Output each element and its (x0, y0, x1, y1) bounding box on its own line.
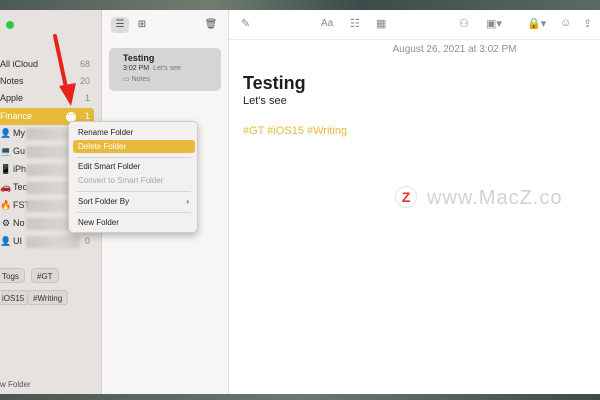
sidebar-item-count: 1 (84, 111, 90, 121)
laptop-icon: 💻 (0, 146, 12, 156)
sidebar-item-label: My (13, 128, 25, 138)
compose-icon[interactable]: ✎ (241, 17, 250, 30)
menu-item-convert-to-smart-folder: Convert to Smart Folder (78, 176, 164, 185)
note-folder: ▭ Notes (123, 75, 150, 83)
sidebar-item-label: All iCloud (0, 59, 39, 69)
sidebar-item-notes[interactable]: Notes 20 (0, 73, 101, 90)
editor-toolbar: ✎ Aa ☷ ▦ ⚇ ▣▾ 🔒▾ ☺ ⇪ (229, 10, 600, 40)
note-preview: Let's see (153, 65, 181, 72)
person-icon: 👤 (0, 128, 12, 138)
add-people-icon[interactable]: ☺ (560, 17, 571, 29)
phone-icon: 📱 (0, 164, 12, 174)
note-date: August 26, 2021 at 3:02 PM (392, 44, 517, 55)
note-list-item[interactable]: Testing 3:02 PM Let's see ▭ Notes (109, 48, 221, 91)
desktop-background-top (0, 0, 600, 10)
menu-item-label: Sort Folder By (78, 197, 130, 206)
watermark: Z www.MacZ.co (395, 186, 600, 214)
menu-item-new-folder[interactable]: New Folder (73, 216, 195, 229)
watermark-logo: Z (395, 186, 417, 208)
sidebar-item-label: iPh (13, 164, 27, 174)
sidebar-item-label: Tec (13, 182, 28, 192)
checklist-icon[interactable]: ☷ (350, 17, 360, 30)
sidebar-item-label: Finance (0, 111, 33, 121)
desktop-background-bottom (0, 394, 600, 400)
car-icon: 🚗 (0, 182, 12, 192)
menu-item-edit-smart-folder[interactable]: Edit Smart Folder (73, 160, 195, 173)
gear-icon: ⚙ (1, 218, 11, 228)
folder-icon: ▭ (123, 76, 130, 83)
menu-item-rename-folder[interactable]: Rename Folder (73, 126, 195, 139)
note-body-text[interactable]: Let's see (243, 95, 287, 107)
table-icon[interactable]: ▦ (376, 17, 386, 30)
note-heading[interactable]: Testing (243, 73, 306, 94)
blurred-folder-name (26, 236, 80, 248)
menu-separator (77, 191, 191, 192)
share-icon[interactable]: ⇪ (583, 17, 592, 30)
font-format-button[interactable]: Aa (321, 18, 333, 29)
trash-icon[interactable]: 🗑 (202, 17, 220, 33)
sidebar-item-label: Notes (0, 76, 24, 86)
new-folder-button[interactable]: w Folder (0, 380, 31, 389)
fire-icon: 🔥 (0, 200, 12, 210)
tag-chip[interactable]: Togs (0, 268, 25, 283)
menu-separator (77, 157, 191, 158)
sidebar-item-count: 68 (79, 59, 90, 69)
sidebar-item-count: 20 (79, 76, 90, 86)
menu-separator (77, 212, 191, 213)
note-folder-name: Notes (131, 76, 150, 83)
window-zoom-button[interactable] (6, 21, 14, 29)
sidebar-item-count: 0 (84, 236, 90, 246)
media-icon[interactable]: ▣▾ (486, 17, 502, 30)
sidebar-item-label: UI (13, 236, 22, 246)
gallery-view-icon[interactable]: ⊞ (133, 17, 151, 33)
note-meta: 3:02 PM Let's see (123, 65, 181, 72)
note-title: Testing (123, 53, 155, 63)
sidebar-item-label: Gu (13, 146, 26, 156)
menu-item-sort-folder-by[interactable]: Sort Folder By › (73, 195, 195, 208)
folder-context-menu: Rename Folder Delete Folder Edit Smart F… (68, 121, 198, 233)
person-icon: 👤 (0, 236, 12, 246)
note-time: 3:02 PM (123, 65, 150, 72)
sidebar-item-all-icloud[interactable]: All iCloud 68 (0, 56, 101, 73)
list-view-icon[interactable]: ☰ (111, 17, 129, 33)
sidebar-item-label: No (13, 218, 25, 228)
menu-item-delete-folder[interactable]: Delete Folder (73, 140, 195, 153)
lock-icon[interactable]: 🔒▾ (527, 17, 546, 30)
watermark-text: www.MacZ.co (427, 187, 563, 209)
note-list-toolbar: ☰ ⊞ 🗑 (102, 10, 229, 40)
tag-chip[interactable]: iOS15 (0, 290, 31, 305)
sidebar-item-apple[interactable]: Apple 1 (0, 90, 101, 107)
note-tags[interactable]: #GT #iOS15 #Writing (243, 125, 347, 137)
sidebar-item-label: Apple (0, 93, 24, 103)
tag-chip[interactable]: #Writing (27, 290, 69, 305)
tag-chip[interactable]: #GT (31, 268, 59, 283)
collaborate-icon[interactable]: ⚇ (459, 17, 469, 30)
chevron-right-icon: › (186, 197, 189, 206)
sidebar-item-count: 1 (84, 93, 90, 103)
